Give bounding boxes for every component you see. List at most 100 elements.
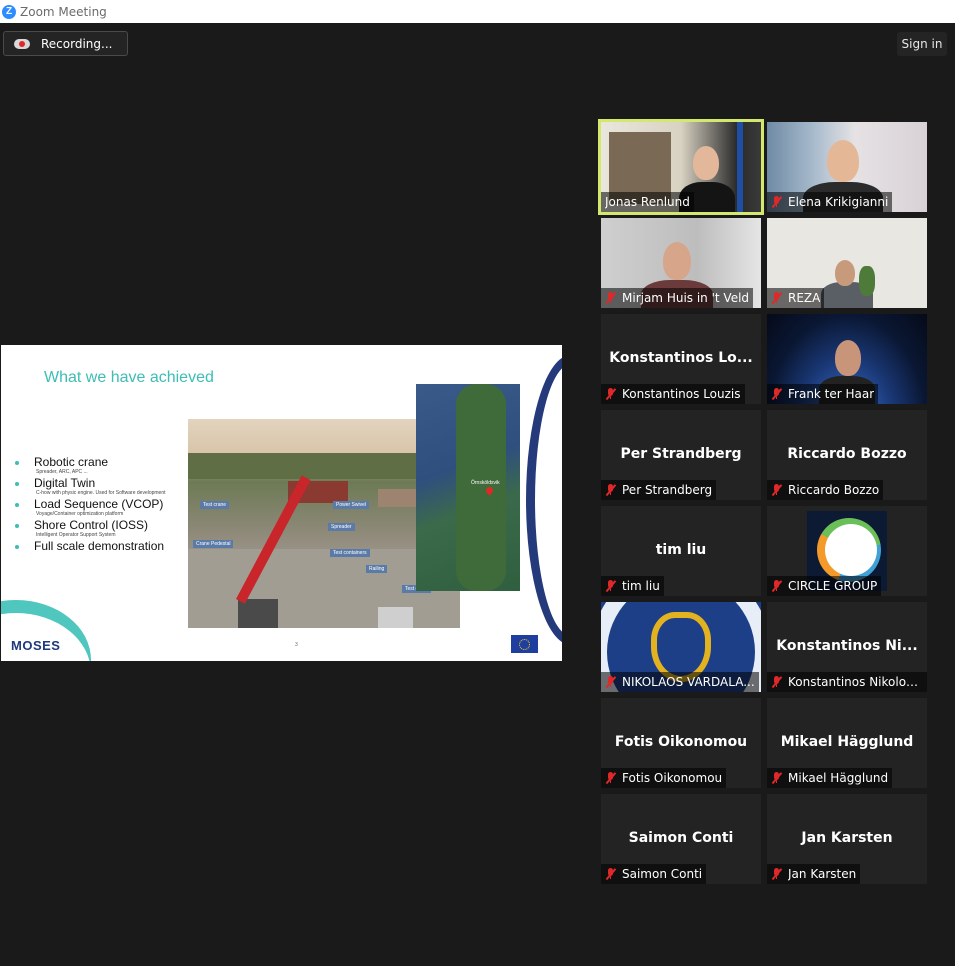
participant-display-name: Jan Karsten — [801, 830, 893, 846]
photo-label: Test crane — [200, 501, 230, 509]
moses-logo: MOSES — [11, 638, 61, 653]
title-bar: Z Zoom Meeting — [0, 0, 959, 23]
participant-tile[interactable]: Fotis Oikonomou Fotis Oikonomou — [601, 698, 761, 788]
participant-name: tim liu — [622, 579, 660, 593]
participant-tile[interactable]: Mirjam Huis in 't Veld — [601, 218, 761, 308]
cloud-record-icon — [14, 38, 30, 50]
zoom-logo-icon: Z — [2, 4, 16, 19]
participant-name-caption: REZA — [767, 288, 825, 308]
participant-display-name: Konstantinos Lo... — [609, 350, 753, 366]
participant-tile[interactable]: REZA — [767, 218, 927, 308]
participant-name: Per Strandberg — [622, 483, 713, 497]
participant-name-caption: Mirjam Huis in 't Veld — [601, 288, 754, 308]
mic-muted-icon — [605, 868, 616, 880]
eu-flag-icon — [511, 635, 538, 653]
participant-name: Jonas Renlund — [605, 195, 690, 209]
slide-page-number: 3 — [295, 642, 298, 648]
bullet-text: Digital Twin — [34, 476, 96, 490]
mic-muted-icon — [771, 196, 782, 208]
sign-in-button[interactable]: Sign in — [897, 32, 947, 56]
map-label: Örnsköldsvik — [471, 480, 500, 486]
participant-name-caption: Mikael Hägglund — [767, 768, 893, 788]
recording-indicator[interactable]: Recording... — [3, 31, 128, 56]
participant-tile[interactable]: tim liu tim liu — [601, 506, 761, 596]
photo-label: Spreader — [328, 523, 355, 531]
participant-tile[interactable]: Riccardo Bozzo Riccardo Bozzo — [767, 410, 927, 500]
mic-muted-icon — [771, 292, 782, 304]
mic-muted-icon — [605, 388, 616, 400]
participant-name-caption: NIKOLAOS VARDALA... — [601, 672, 759, 692]
slide-bullet: Robotic crane Spreader, ARC, APC ... — [13, 455, 166, 476]
slide-title: What we have achieved — [44, 369, 214, 386]
slide-map: Örnsköldsvik — [416, 384, 520, 591]
participant-name-caption: tim liu — [601, 576, 664, 596]
slide-bullet: Full scale demonstration — [13, 539, 166, 553]
photo-label: Railing — [366, 565, 388, 573]
mic-muted-icon — [605, 772, 616, 784]
mic-muted-icon — [771, 388, 782, 400]
participant-name: Fotis Oikonomou — [622, 771, 723, 785]
participant-tile[interactable]: Saimon Conti Saimon Conti — [601, 794, 761, 884]
participant-name: CIRCLE GROUP — [788, 579, 878, 593]
participant-display-name: Saimon Conti — [628, 830, 734, 846]
participant-display-name: Mikael Hägglund — [780, 734, 914, 750]
slide-bullet: Load Sequence (VCOP) Voyage/Container op… — [13, 497, 166, 518]
photo-label: Crane Pedestal — [193, 540, 234, 548]
bullet-text: Robotic crane — [34, 455, 109, 469]
participant-tile[interactable]: Frank ter Haar — [767, 314, 927, 404]
slide-bullet: Digital Twin C-how with physic engine. U… — [13, 476, 166, 497]
participant-tile[interactable]: CIRCLE GROUP — [767, 506, 927, 596]
window-title: Zoom Meeting — [20, 4, 107, 19]
slide-bullet: Shore Control (IOSS) Intelligent Operato… — [13, 518, 166, 539]
participant-name: Frank ter Haar — [788, 387, 875, 401]
participant-display-name: Konstantinos Ni... — [776, 638, 918, 654]
photo-label: Power Swivel — [333, 501, 370, 509]
bullet-text: Load Sequence (VCOP) — [34, 497, 164, 511]
participant-name: NIKOLAOS VARDALA... — [622, 675, 755, 689]
participant-tile[interactable]: Konstantinos Ni... Konstantinos Nikolop..… — [767, 602, 927, 692]
participant-name: Elena Krikigianni — [788, 195, 889, 209]
participant-name-caption: Per Strandberg — [601, 480, 717, 500]
shared-screen[interactable]: What we have achieved Robotic crane Spre… — [1, 345, 562, 661]
mic-muted-icon — [771, 580, 782, 592]
participant-name-caption: Fotis Oikonomou — [601, 768, 727, 788]
participant-name: Riccardo Bozzo — [788, 483, 880, 497]
participant-display-name: Fotis Oikonomou — [614, 734, 748, 750]
participant-name: Saimon Conti — [622, 867, 703, 881]
mic-muted-icon — [605, 580, 616, 592]
participant-tile[interactable]: NIKOLAOS VARDALA... — [601, 602, 761, 692]
mic-muted-icon — [771, 484, 782, 496]
participant-name-caption: Konstantinos Louzis — [601, 384, 745, 404]
participant-name-caption: Jonas Renlund — [601, 192, 694, 212]
participant-tile[interactable]: Per Strandberg Per Strandberg — [601, 410, 761, 500]
photo-label: Test containers — [330, 549, 370, 557]
participant-name: Jan Karsten — [788, 867, 857, 881]
participant-tile[interactable]: Mikael Hägglund Mikael Hägglund — [767, 698, 927, 788]
mic-muted-icon — [771, 676, 782, 688]
mic-muted-icon — [771, 772, 782, 784]
participant-name: Mikael Hägglund — [788, 771, 889, 785]
participant-name: Konstantinos Nikolop... — [788, 675, 923, 689]
bullet-subtext: Intelligent Operator Support System — [36, 532, 116, 538]
recording-label: Recording... — [41, 36, 113, 51]
bullet-subtext: Voyage/Container optimization platform — [36, 511, 124, 517]
mic-muted-icon — [771, 868, 782, 880]
participant-tile[interactable]: Jonas Renlund — [598, 119, 764, 215]
participant-display-name: tim liu — [655, 542, 707, 558]
participant-name-caption: Saimon Conti — [601, 864, 707, 884]
participant-name: Mirjam Huis in 't Veld — [622, 291, 750, 305]
participant-name-caption: Konstantinos Nikolop... — [767, 672, 927, 692]
bullet-subtext: C-how with physic engine. Used for Softw… — [36, 490, 166, 496]
participant-tile[interactable]: Jan Karsten Jan Karsten — [767, 794, 927, 884]
bullet-text: Full scale demonstration — [34, 539, 165, 553]
slide-decoration-arc — [526, 355, 562, 645]
participant-name-caption: Frank ter Haar — [767, 384, 879, 404]
participant-name-caption: Elena Krikigianni — [767, 192, 893, 212]
participant-tile[interactable]: Elena Krikigianni — [767, 122, 927, 212]
bullet-subtext: Spreader, ARC, APC ... — [36, 469, 88, 475]
slide-bullet-list: Robotic crane Spreader, ARC, APC ... Dig… — [13, 455, 166, 553]
participant-name: REZA — [788, 291, 821, 305]
bullet-text: Shore Control (IOSS) — [34, 518, 149, 532]
participant-tile[interactable]: Konstantinos Lo... Konstantinos Louzis — [601, 314, 761, 404]
mic-muted-icon — [605, 676, 616, 688]
